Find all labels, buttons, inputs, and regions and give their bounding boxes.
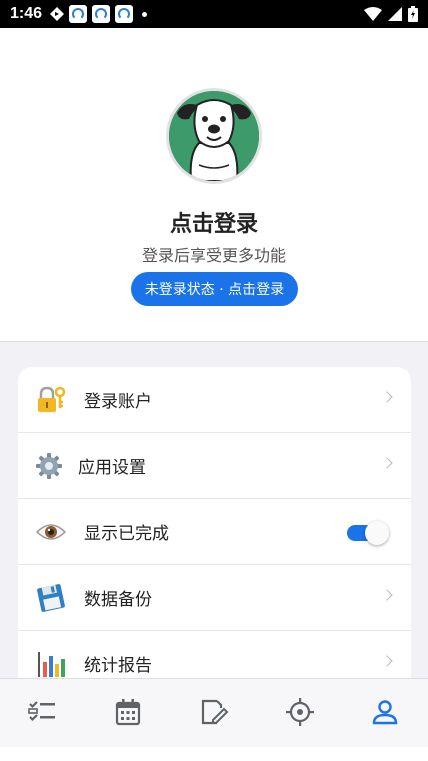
status-notifications	[50, 5, 148, 23]
status-system-icons	[364, 6, 418, 22]
dog-avatar-image	[169, 91, 259, 181]
app-notification-icon	[69, 5, 88, 23]
dot-icon	[142, 11, 148, 17]
dog-avatar[interactable]	[166, 88, 262, 184]
chevron-right-icon	[381, 589, 393, 601]
target-icon	[286, 698, 314, 726]
tab-tasks[interactable]	[26, 696, 58, 728]
calendar-icon	[115, 699, 141, 726]
username[interactable]: 点击登录	[0, 206, 428, 238]
menu-item-login-account[interactable]: 登录账户	[18, 367, 411, 433]
tab-notes[interactable]	[198, 696, 230, 728]
tab-calendar[interactable]	[112, 696, 144, 728]
menu-item-label: 统计报告	[84, 656, 152, 676]
menu-item-show-completed[interactable]: 显示已完成	[18, 499, 411, 565]
status-bar: 1:46	[0, 0, 428, 28]
menu-item-label: 数据备份	[84, 590, 152, 610]
toggle-thumb	[365, 521, 389, 545]
profile-subtitle: 登录后享受更多功能	[141, 246, 286, 265]
wifi-icon	[364, 7, 382, 21]
chevron-right-icon	[381, 391, 393, 403]
profile-icon	[372, 700, 398, 725]
floppy-disk-icon	[36, 583, 66, 613]
menu-item-data-backup[interactable]: 数据备份	[18, 565, 411, 631]
bar-chart-icon	[36, 649, 66, 679]
chevron-right-icon	[381, 655, 393, 667]
menu-item-app-settings[interactable]: 应用设置	[18, 433, 411, 499]
show-completed-toggle[interactable]	[347, 521, 389, 545]
eye-icon	[36, 517, 66, 547]
app-notification-icon	[92, 5, 111, 23]
gear-icon	[34, 451, 64, 481]
app-notification-icon	[115, 5, 134, 23]
chevron-right-icon	[381, 457, 393, 469]
cell-signal-icon	[388, 7, 402, 21]
tab-profile[interactable]	[369, 696, 401, 728]
bottom-tab-bar	[0, 678, 428, 747]
profile-header[interactable]: 点击登录 登录后享受更多功能 未登录状态 · 点击登录	[0, 28, 428, 342]
login-status-button[interactable]: 未登录状态 · 点击登录	[131, 272, 298, 306]
menu-item-label: 显示已完成	[84, 524, 169, 544]
lock-key-icon	[36, 385, 66, 415]
edit-note-icon	[201, 699, 229, 725]
system-navigation-bar	[0, 747, 428, 761]
task-list-icon	[28, 701, 55, 722]
menu-item-label: 登录账户	[84, 392, 152, 412]
menu-card: 登录账户 应用设置 显示已完成 数据备份 统计报告	[18, 367, 411, 697]
status-time: 1:46	[10, 5, 43, 22]
menu-item-label: 应用设置	[78, 458, 146, 478]
tab-focus[interactable]	[284, 696, 316, 728]
navigation-diamond-icon	[50, 7, 65, 21]
battery-charging-icon	[408, 6, 418, 22]
